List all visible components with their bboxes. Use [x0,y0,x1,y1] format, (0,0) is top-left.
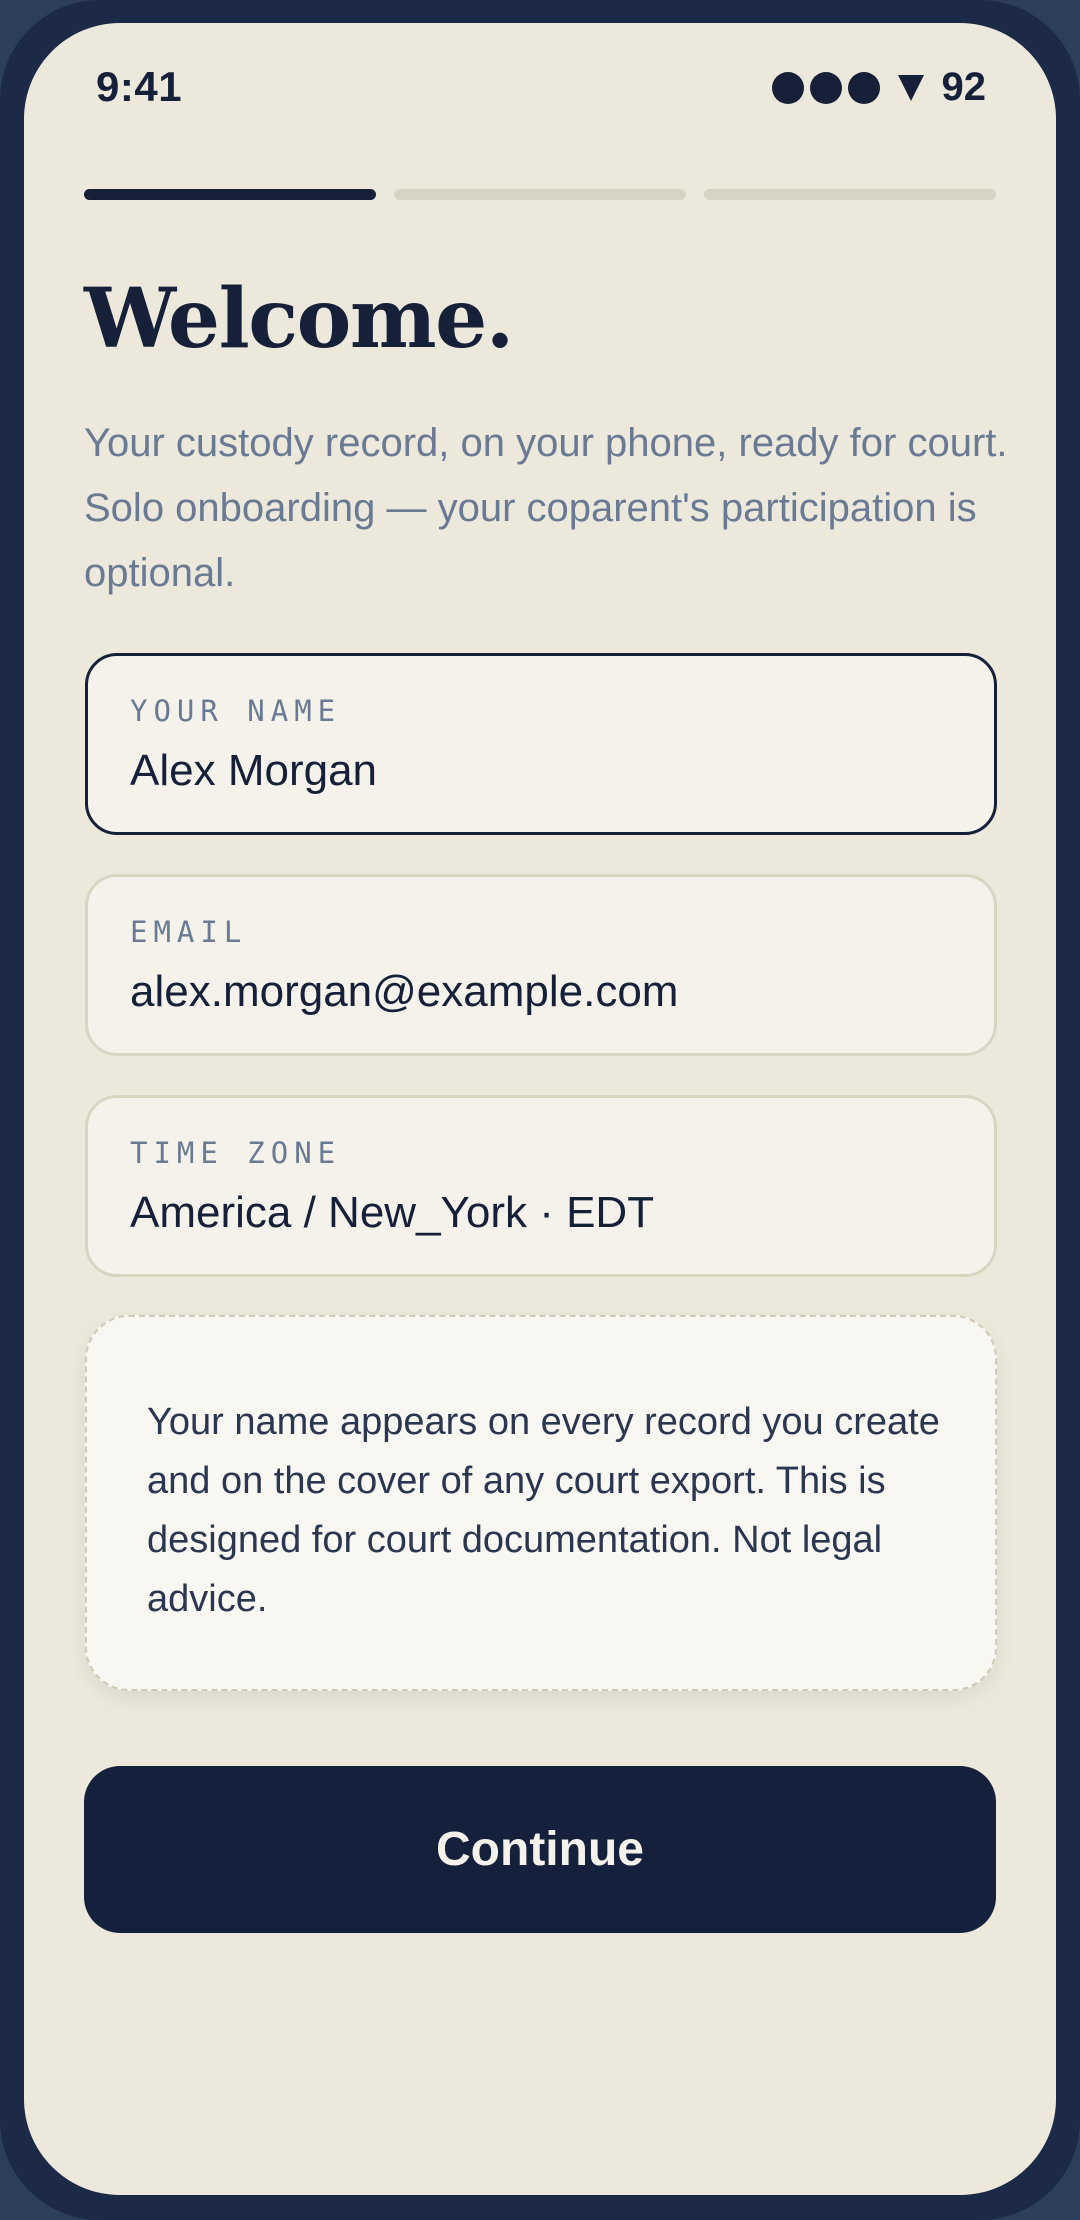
signal-icon [809,71,842,104]
email-field[interactable]: EMAIL [85,874,997,1056]
name-field-label: YOUR NAME [130,694,342,728]
name-field[interactable]: YOUR NAME [85,653,997,835]
progress-step-1 [84,189,376,200]
app-screen: 9:41 92 Welcome. Your custody record, on… [24,23,1056,2195]
battery-level: 92 [941,65,987,109]
status-indicators: 92 [771,65,987,110]
timezone-input[interactable] [130,1188,950,1238]
wifi-icon [897,74,924,101]
continue-button[interactable]: Continue [84,1766,996,1933]
email-field-label: EMAIL [130,915,248,949]
name-input[interactable] [130,746,950,796]
timezone-field[interactable]: TIME ZONE [85,1095,997,1277]
email-input[interactable] [130,967,950,1017]
court-notice-text: Your name appears on every record you cr… [147,1401,940,1620]
page-title: Welcome. [84,271,514,367]
onboarding-progress [84,189,996,200]
court-notice-card: Your name appears on every record you cr… [85,1315,997,1691]
status-time: 9:41 [96,63,183,110]
timezone-field-label: TIME ZONE [130,1136,342,1170]
signal-icon [847,71,880,104]
signal-icon [771,71,804,104]
progress-step-2 [394,189,686,200]
page-subtitle: Your custody record, on your phone, read… [84,421,1008,595]
progress-step-3 [704,189,996,200]
device-frame: 9:41 92 Welcome. Your custody record, on… [0,0,1080,2220]
